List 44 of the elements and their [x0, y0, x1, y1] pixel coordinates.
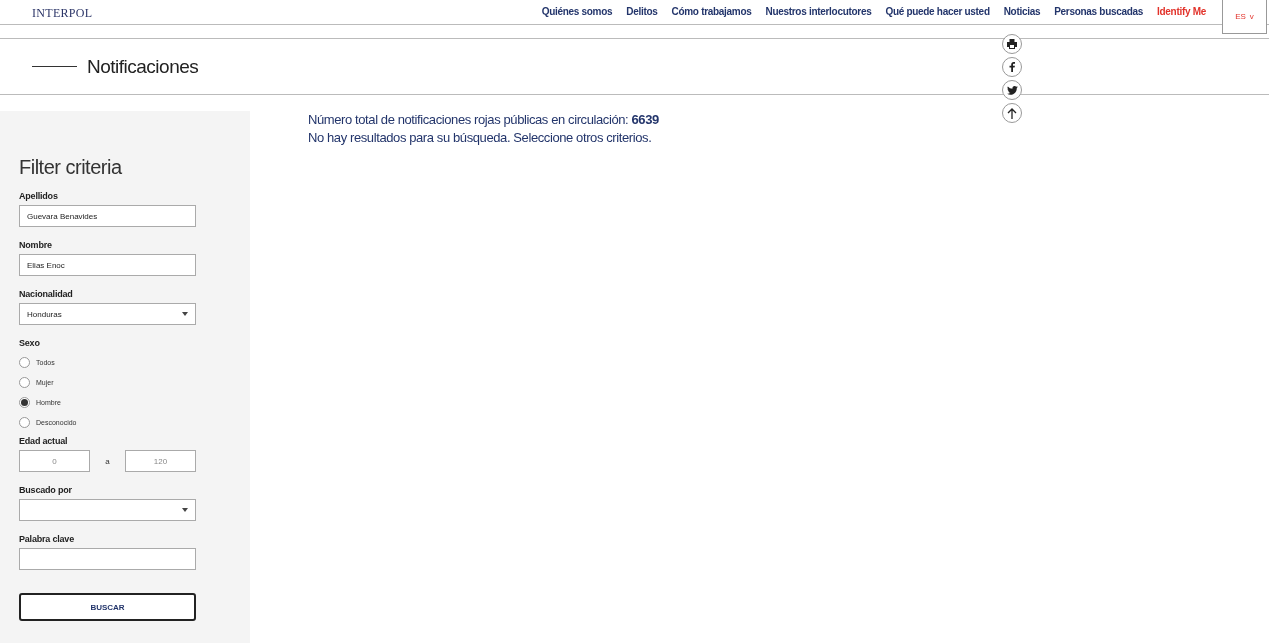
input-field[interactable]: Guevara Benavides [19, 205, 196, 227]
radio-button[interactable] [19, 396, 30, 408]
facebook-button[interactable] [1002, 57, 1022, 77]
range-separator: a [104, 456, 111, 466]
radio-button[interactable] [19, 416, 30, 428]
field-label: Edad actual [19, 436, 69, 446]
print-button[interactable] [1002, 34, 1022, 54]
search-button[interactable]: BUSCAR [19, 593, 196, 621]
nav-link[interactable]: Personas buscadas [1054, 6, 1144, 17]
select-field[interactable] [19, 499, 196, 521]
twitter-button[interactable] [1002, 80, 1022, 100]
input-field[interactable]: Elias Enoc [19, 254, 196, 276]
back-to-top-button[interactable] [1002, 103, 1022, 123]
nav-link[interactable]: Cómo trabajamos [671, 6, 752, 17]
bird-icon [1006, 85, 1018, 95]
arrow-up-icon [1007, 107, 1017, 119]
field-label: Apellidos [19, 191, 59, 201]
nav-link[interactable]: Nuestros interlocutores [765, 6, 872, 17]
nav-link[interactable]: Delitos [626, 6, 658, 17]
field-label: Buscado por [19, 485, 73, 495]
print-icon [1007, 39, 1017, 49]
field-label: Palabra clave [19, 534, 75, 544]
no-results-message: No hay resultados para su búsqueda. Seleccione otros criterios. [308, 129, 653, 147]
field-label: Nombre [19, 240, 53, 250]
input-field[interactable]: 0 [19, 450, 90, 472]
radio-button[interactable] [19, 376, 30, 388]
caret-icon [182, 312, 188, 316]
page-title: Notificaciones [87, 55, 199, 78]
nav-link[interactable]: Identify Me [1157, 6, 1206, 17]
radio-button[interactable] [19, 356, 30, 368]
total-count-text: Número total de notificaciones rojas públicas en circulación: 6639 [308, 111, 659, 129]
nav-link[interactable]: Quiénes somos [541, 6, 613, 17]
field-label: Nacionalidad [19, 289, 74, 299]
field-label: Sexo [19, 338, 41, 348]
caret-icon [182, 508, 188, 512]
select-field[interactable]: Honduras [19, 303, 196, 325]
nav-link[interactable]: Qué puede hacer usted [885, 6, 990, 17]
logo[interactable]: INTERPOL [32, 0, 93, 21]
language-selector[interactable]: ES v [1222, 0, 1267, 34]
filter-title: Filter criteria [19, 156, 123, 179]
facebook-icon [1009, 62, 1015, 72]
nav-link[interactable]: Noticias [1003, 6, 1041, 17]
input-field[interactable] [19, 548, 196, 570]
input-field[interactable]: 120 [125, 450, 196, 472]
